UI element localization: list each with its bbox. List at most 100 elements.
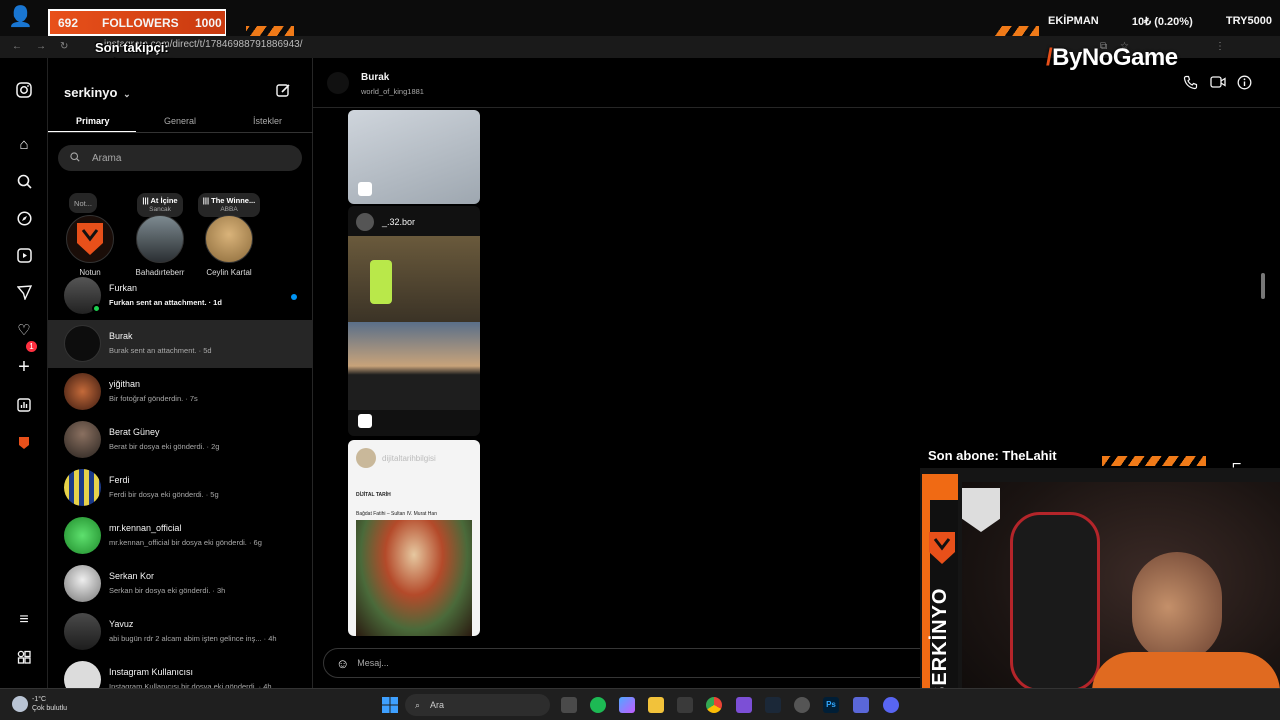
tab-general[interactable]: General bbox=[164, 116, 196, 126]
temperature: -1°C bbox=[32, 696, 47, 703]
photoshop-icon[interactable]: Ps bbox=[823, 697, 839, 713]
search-input[interactable]: Arama bbox=[58, 145, 302, 171]
conversation-name: Berat Güney bbox=[109, 427, 160, 437]
new-message-icon[interactable] bbox=[276, 83, 291, 102]
conversation-preview: abi bugün rdr 2 alcam abim işten gelince… bbox=[109, 634, 277, 643]
phone-call-icon[interactable] bbox=[1183, 75, 1198, 93]
menu-dots-icon[interactable]: ⋮ bbox=[1215, 41, 1225, 52]
avatar bbox=[64, 613, 101, 650]
discord-icon[interactable] bbox=[883, 697, 899, 713]
note-bubble: Not... bbox=[69, 193, 97, 213]
profile-avatar-icon[interactable] bbox=[14, 433, 34, 453]
home-icon[interactable]: ⌂ bbox=[14, 134, 34, 154]
chrome-icon[interactable] bbox=[706, 697, 722, 713]
app-icon[interactable] bbox=[736, 697, 752, 713]
last-subscriber-overlay: Son abone: TheLahit bbox=[928, 448, 1057, 463]
dashboard-icon[interactable] bbox=[14, 395, 34, 415]
note-bubble: ||| The Winne... ABBA bbox=[198, 193, 260, 217]
list-item[interactable]: Furkan Furkan sent an attachment. · 1d bbox=[48, 272, 313, 320]
shield-icon bbox=[962, 488, 1000, 532]
info-icon[interactable] bbox=[1237, 75, 1252, 93]
streamer-logo-icon bbox=[927, 530, 957, 571]
taskbar-search[interactable]: ⌕ Ara bbox=[405, 694, 550, 716]
spotify-icon[interactable] bbox=[590, 697, 606, 713]
person-figure bbox=[370, 260, 392, 304]
obs-icon[interactable] bbox=[794, 697, 810, 713]
message-input[interactable]: ☺ Mesaj... bbox=[323, 648, 943, 678]
search-icon[interactable] bbox=[14, 171, 34, 191]
steam-icon[interactable] bbox=[765, 697, 781, 713]
conversation-name: mr.kennan_official bbox=[109, 523, 182, 533]
conversation-name: Furkan bbox=[109, 283, 138, 293]
instagram-logo-icon[interactable] bbox=[14, 80, 34, 100]
online-status-dot bbox=[92, 304, 101, 313]
meta-apps-icon[interactable] bbox=[14, 647, 34, 667]
forward-icon[interactable]: → bbox=[36, 41, 46, 52]
back-icon[interactable]: ← bbox=[12, 41, 22, 52]
tab-active-indicator bbox=[48, 131, 136, 132]
shared-post-message[interactable]: dijitaltarihbilgisi DİJİTAL TARİH Bağdat… bbox=[348, 440, 480, 636]
shared-reel-snow[interactable] bbox=[348, 110, 480, 204]
shared-reel-message[interactable]: _.32.bor bbox=[348, 206, 480, 436]
followers-goal: 1000 bbox=[195, 16, 222, 30]
app-icon[interactable] bbox=[853, 697, 869, 713]
equipment-ticker: EKİPMAN 10₺ (0.20%) TRY5000 bbox=[1040, 8, 1280, 34]
video-call-icon[interactable] bbox=[1210, 75, 1226, 92]
account-switcher[interactable]: serkinyo ⌄ bbox=[64, 85, 131, 100]
chevron-down-icon: ⌄ bbox=[123, 89, 131, 99]
list-item[interactable]: Berat Güney Berat bir dosya eki gönderdi… bbox=[48, 416, 313, 464]
conversation-name: yiğithan bbox=[109, 379, 141, 389]
emoji-icon[interactable]: ☺ bbox=[336, 656, 349, 671]
account-username: serkinyo bbox=[64, 85, 118, 100]
avatar[interactable] bbox=[327, 72, 349, 94]
conversation-name: Burak bbox=[109, 331, 133, 341]
file-explorer-icon[interactable] bbox=[648, 697, 664, 713]
task-view-icon[interactable] bbox=[561, 697, 577, 713]
unread-indicator bbox=[291, 294, 297, 300]
start-icon[interactable] bbox=[382, 697, 398, 713]
more-menu-icon[interactable]: ≡ bbox=[14, 610, 34, 630]
equipment-label: EKİPMAN bbox=[1048, 15, 1099, 27]
copilot-icon[interactable] bbox=[619, 697, 635, 713]
list-item[interactable]: yiğithan Bir fotoğraf gönderdin. · 7s bbox=[48, 368, 313, 416]
shared-reel-username: _.32.bor bbox=[382, 217, 416, 227]
search-icon: ⌕ bbox=[415, 699, 421, 710]
weather-widget[interactable]: -1°C Çok bulutlu bbox=[32, 695, 67, 713]
chat-contact-name[interactable]: Burak bbox=[361, 72, 389, 83]
note-own[interactable]: Not... Notun bbox=[55, 193, 125, 277]
reload-icon[interactable]: ↻ bbox=[60, 41, 68, 52]
shared-post-username: dijitaltarihbilgisi bbox=[382, 454, 436, 463]
tab-requests[interactable]: İstekler bbox=[253, 116, 282, 126]
explore-compass-icon[interactable] bbox=[14, 208, 34, 228]
conversation-name: Instagram Kullanıcısı bbox=[109, 667, 194, 677]
reel-video-thumbnail bbox=[348, 236, 480, 322]
messages-icon[interactable] bbox=[14, 282, 34, 302]
follower-icon: 👤 bbox=[8, 6, 33, 28]
note-item[interactable]: ||| The Winne... ABBA Ceylin Kartal bbox=[194, 193, 264, 277]
streamer-face bbox=[1132, 552, 1222, 662]
conversation-preview: Burak sent an attachment. · 5d bbox=[109, 346, 212, 355]
list-item[interactable]: Burak Burak sent an attachment. · 5d bbox=[48, 320, 313, 368]
notifications-heart-icon[interactable]: ♡ bbox=[14, 320, 34, 340]
list-item[interactable]: mr.kennan_official mr.kennan_official bi… bbox=[48, 512, 313, 560]
stripe-decoration-cam bbox=[1102, 456, 1206, 466]
inbox-tabs: Primary General İstekler bbox=[48, 110, 313, 134]
list-item[interactable]: Serkan Kor Serkan bir dosya eki gönderdi… bbox=[48, 560, 313, 608]
stream-top-bar: 👤 692 FOLLOWERS 1000 EKİPMAN 10₺ (0.20%)… bbox=[0, 0, 1280, 36]
reels-icon[interactable] bbox=[14, 245, 34, 265]
webcam-feed bbox=[962, 482, 1280, 720]
avatar bbox=[205, 215, 253, 263]
create-plus-icon[interactable]: + bbox=[14, 356, 34, 378]
avatar bbox=[64, 325, 101, 362]
scrollbar[interactable] bbox=[1261, 273, 1265, 299]
search-placeholder: Arama bbox=[92, 152, 122, 164]
note-item[interactable]: ||| At İçine Sancak Bahadırteberr bbox=[125, 193, 195, 277]
store-icon[interactable] bbox=[677, 697, 693, 713]
conversation-preview: Ferdi bir dosya eki gönderdi. · 5g bbox=[109, 490, 219, 499]
reel-icon bbox=[358, 182, 372, 196]
note-bubble-sub: Sancak bbox=[149, 206, 171, 213]
list-item[interactable]: Ferdi Ferdi bir dosya eki gönderdi. · 5g bbox=[48, 464, 313, 512]
brand-name: ByNoGame bbox=[1052, 44, 1178, 71]
tab-primary[interactable]: Primary bbox=[76, 116, 110, 126]
list-item[interactable]: Yavuz abi bugün rdr 2 alcam abim işten g… bbox=[48, 608, 313, 656]
